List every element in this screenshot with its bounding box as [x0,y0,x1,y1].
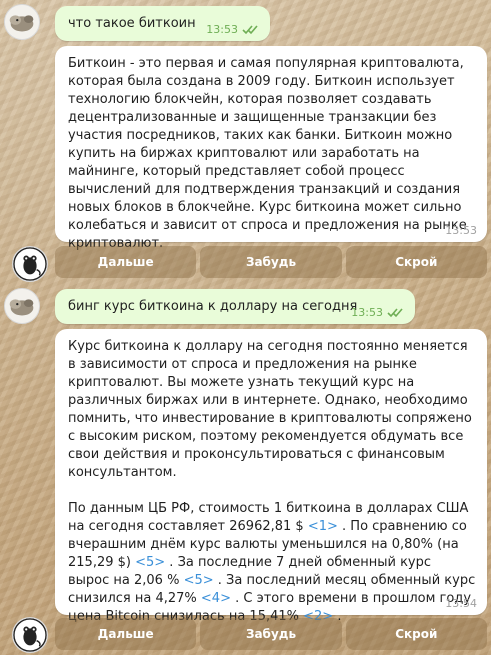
message-meta: 13:53 [206,23,260,36]
bot-avatar-icon [13,618,47,652]
forget-button[interactable]: Забудь [200,618,342,650]
hide-button[interactable]: Скрой [345,618,487,650]
message-text: бинг курс биткоина к доллару на сегодня [68,299,358,314]
message-time: 13:53 [206,23,238,36]
user-avatar[interactable] [4,288,40,324]
inline-keyboard: Дальше Забудь Скрой [55,618,487,650]
source-link[interactable]: <1> [308,519,338,534]
incoming-message-2: Курс биткоина к доллару на сегодня посто… [55,329,487,624]
message-time: 13:54 [445,597,477,610]
message-paragraph-1: Курс биткоина к доллару на сегодня посто… [68,339,476,480]
message-time: 13:53 [445,224,477,237]
source-link[interactable]: <4> [201,591,231,606]
outgoing-message-1: что такое биткоин 13:53 [55,6,270,41]
message-meta: 13:53 [351,306,405,319]
message-time: 13:53 [351,306,383,319]
user-avatar-icon [5,289,39,323]
message-meta: 13:53 [445,224,477,237]
double-check-icon [387,308,403,318]
message-text: Биткоин - это первая и самая популярная … [68,56,471,251]
bot-avatar-icon [13,247,47,281]
bot-avatar[interactable] [12,617,48,653]
forget-button[interactable]: Забудь [200,246,342,278]
inline-keyboard: Дальше Забудь Скрой [55,246,487,278]
message-paragraph-2: По данным ЦБ РФ, стоимость 1 биткоина в … [68,500,476,626]
incoming-message-1: Биткоин - это первая и самая популярная … [55,46,487,251]
next-button[interactable]: Дальше [55,246,197,278]
next-button[interactable]: Дальше [55,618,197,650]
bot-avatar[interactable] [12,246,48,282]
source-link[interactable]: <5> [184,573,214,588]
double-check-icon [242,25,258,35]
message-meta: 13:54 [445,597,477,610]
hide-button[interactable]: Скрой [345,246,487,278]
message-body: Курс биткоина к доллару на сегодня посто… [68,338,476,626]
outgoing-message-2: бинг курс биткоина к доллару на сегодня … [55,289,415,324]
user-avatar[interactable] [4,4,40,40]
message-text: что такое биткоин [68,16,196,31]
user-avatar-icon [5,5,39,39]
source-link[interactable]: <5> [135,555,165,570]
